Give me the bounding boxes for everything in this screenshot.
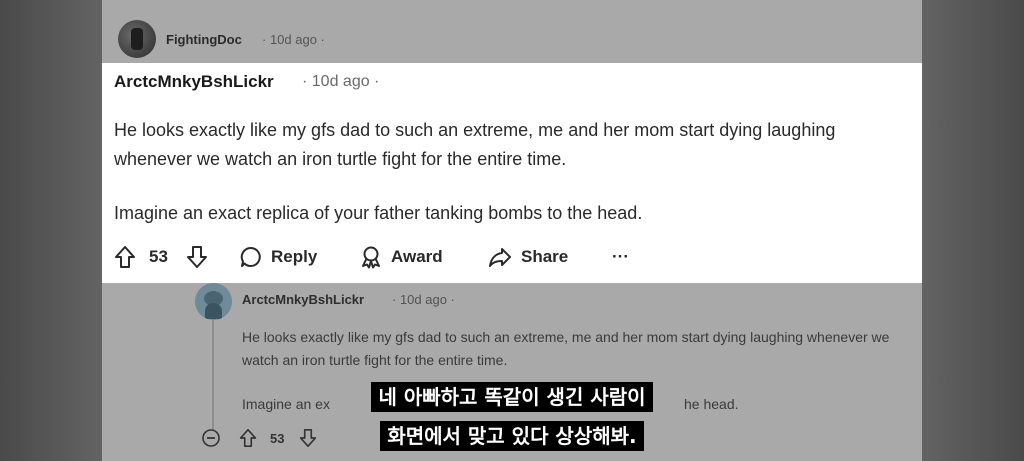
subtitle-text-1: 네 아빠하고 똑같이 생긴 사람이: [371, 382, 653, 412]
reply-label: Reply: [271, 247, 318, 266]
subtitle-text-2: 화면에서 맞고 있다 상상해봐.: [380, 421, 644, 451]
downvote-button[interactable]: [186, 243, 208, 271]
reply-body-paragraph-1: He looks exactly like my gfs dad to such…: [242, 329, 890, 368]
comment-body-paragraph-1: He looks exactly like my gfs dad to such…: [114, 120, 836, 169]
more-options-button[interactable]: ···: [612, 243, 629, 271]
upvote-button[interactable]: [114, 243, 136, 271]
reply-timestamp: · 10d ago ·: [392, 292, 455, 307]
award-button[interactable]: Award: [360, 243, 443, 271]
vote-count: 53: [149, 243, 168, 271]
vote-count-label: 53: [149, 247, 168, 266]
comment-action-bar: 53 Reply Award Share ···: [114, 243, 714, 271]
share-arrow-icon: [488, 246, 512, 268]
share-label: Share: [521, 247, 569, 266]
award-icon: [360, 245, 382, 269]
comment-bubble-icon: [240, 246, 262, 268]
thread-line[interactable]: [212, 320, 214, 430]
downvote-icon: [186, 245, 208, 269]
more-options-icon: ···: [612, 247, 629, 266]
reply-avatar[interactable]: [195, 283, 232, 320]
comment-username[interactable]: ArctcMnkyBshLickr: [114, 72, 274, 92]
top-comment-username[interactable]: FightingDoc: [166, 32, 242, 47]
comment-body-paragraph-2: Imagine an exact replica of your father …: [114, 203, 643, 223]
share-button[interactable]: Share: [488, 243, 568, 271]
reply-button[interactable]: Reply: [240, 243, 317, 271]
top-comment-timestamp: · 10d ago ·: [262, 32, 325, 47]
avatar[interactable]: [118, 20, 156, 58]
subtitle-line-2: 화면에서 맞고 있다 상상해봐.: [0, 420, 1024, 451]
comment-timestamp: · 10d ago ·: [302, 73, 380, 90]
reply-username[interactable]: ArctcMnkyBshLickr: [242, 292, 364, 307]
upvote-icon: [114, 245, 136, 269]
award-label: Award: [391, 247, 443, 266]
subtitle-line-1: 네 아빠하고 똑같이 생긴 사람이: [0, 381, 1024, 412]
snoo-body-icon: [205, 303, 222, 319]
